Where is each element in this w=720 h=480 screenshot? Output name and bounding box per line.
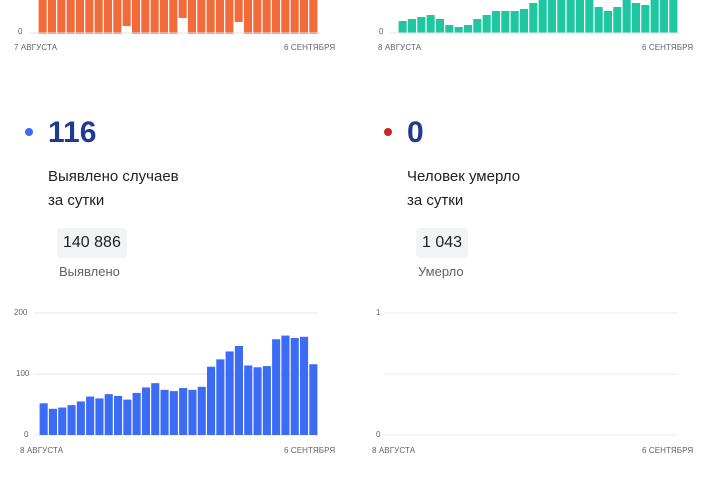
deaths-y-tick-1: 1 bbox=[376, 308, 381, 317]
deaths-y-tick-0: 0 bbox=[376, 430, 381, 439]
deaths-chart-svg bbox=[384, 312, 678, 436]
deaths-x-end: 6 СЕНТЯБРЯ bbox=[642, 446, 694, 455]
deaths-x-start: 8 АВГУСТА bbox=[372, 446, 416, 455]
